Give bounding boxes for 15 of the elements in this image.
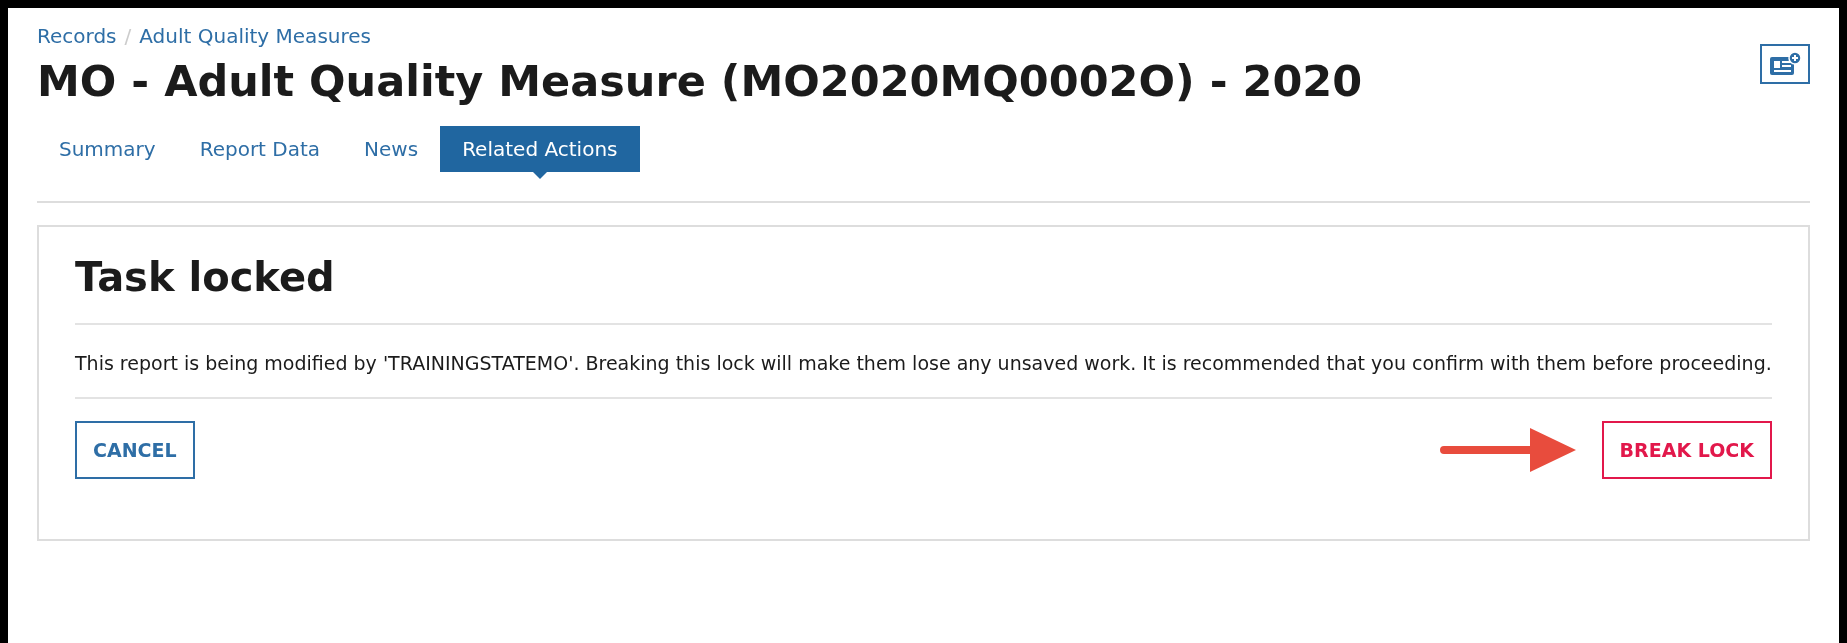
tab[interactable]: Report Data — [177, 126, 343, 172]
cancel-button[interactable]: CANCEL — [75, 421, 195, 479]
newspaper-plus-icon — [1768, 51, 1802, 77]
panel-heading: Task locked — [75, 251, 1772, 325]
break-lock-button[interactable]: BREAK LOCK — [1601, 421, 1772, 479]
breadcrumb-separator: / — [124, 24, 132, 48]
breadcrumb-link[interactable]: Records — [37, 24, 117, 48]
breadcrumb-link[interactable]: Adult Quality Measures — [139, 24, 371, 48]
add-news-button[interactable] — [1760, 44, 1810, 84]
lock-message: This report is being modified by 'TRAININGSTATEMO'. Breaking this lock will make them lose any unsaved work. It is recommended that you confirm with them before proceeding. — [75, 347, 1772, 399]
tab[interactable]: Summary — [37, 126, 178, 172]
tab[interactable]: News — [342, 126, 441, 172]
tab-pointer-icon — [532, 172, 547, 179]
page-title: MO - Adult Quality Measure (MO2020MQ0002O) - 2020 — [37, 55, 1363, 108]
tab[interactable]: Related Actions — [440, 126, 640, 172]
